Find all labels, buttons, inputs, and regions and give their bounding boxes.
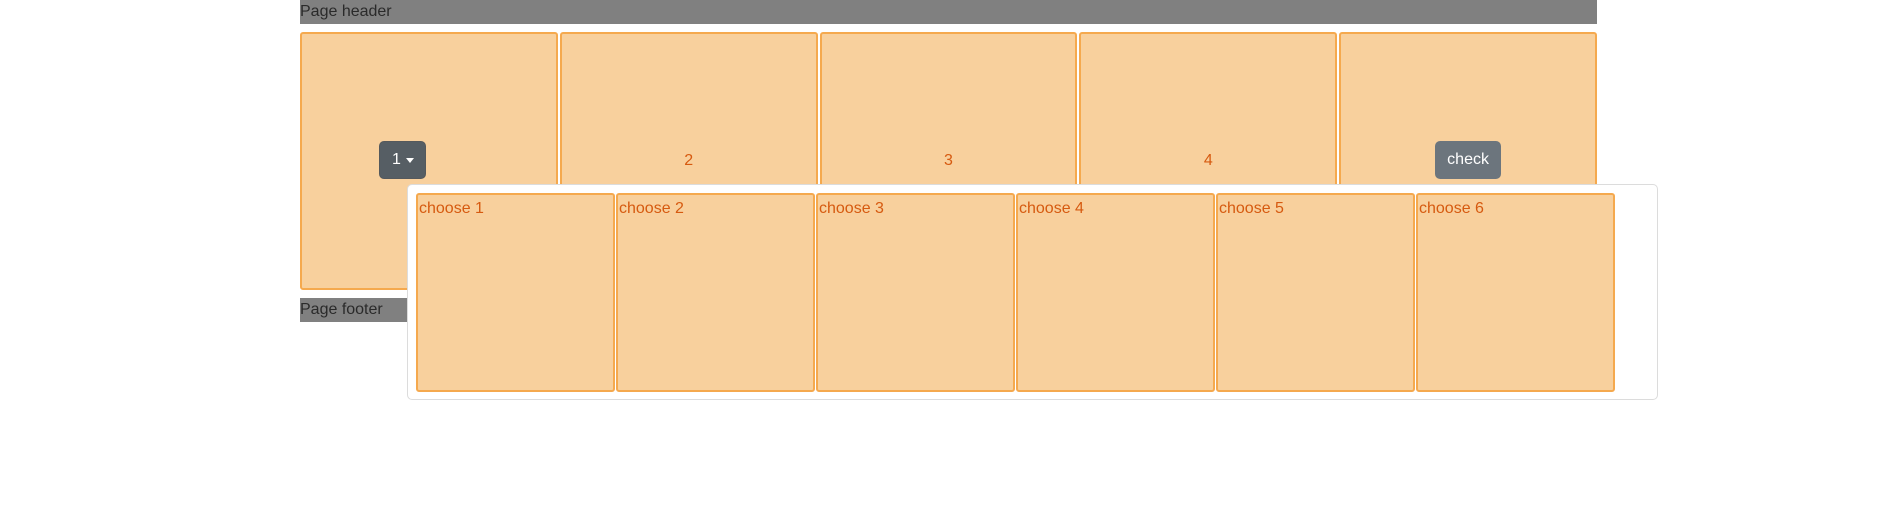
menu-item-choose-6[interactable]: choose 6 [1416, 193, 1615, 392]
dropdown-menu: choose 1 choose 2 choose 3 choose 4 choo… [407, 184, 1658, 400]
menu-item-choose-3[interactable]: choose 3 [816, 193, 1015, 392]
page-footer: Page footer [300, 298, 410, 322]
cell-3-label: 3 [944, 152, 953, 169]
menu-item-choose-4[interactable]: choose 4 [1016, 193, 1215, 392]
menu-item-choose-1[interactable]: choose 1 [416, 193, 615, 392]
page-header: Page header [300, 0, 1597, 24]
dropdown-button[interactable]: 1 [379, 141, 427, 179]
dropdown-button-label: 1 [391, 151, 401, 168]
cell-2-label: 2 [684, 152, 694, 169]
menu-item-choose-5[interactable]: choose 5 [1216, 193, 1415, 392]
cell-4-label: 4 [1203, 152, 1213, 169]
menu-item-choose-2[interactable]: choose 2 [616, 193, 815, 392]
caret-down-icon [405, 157, 414, 163]
check-button[interactable]: check [1435, 141, 1502, 179]
